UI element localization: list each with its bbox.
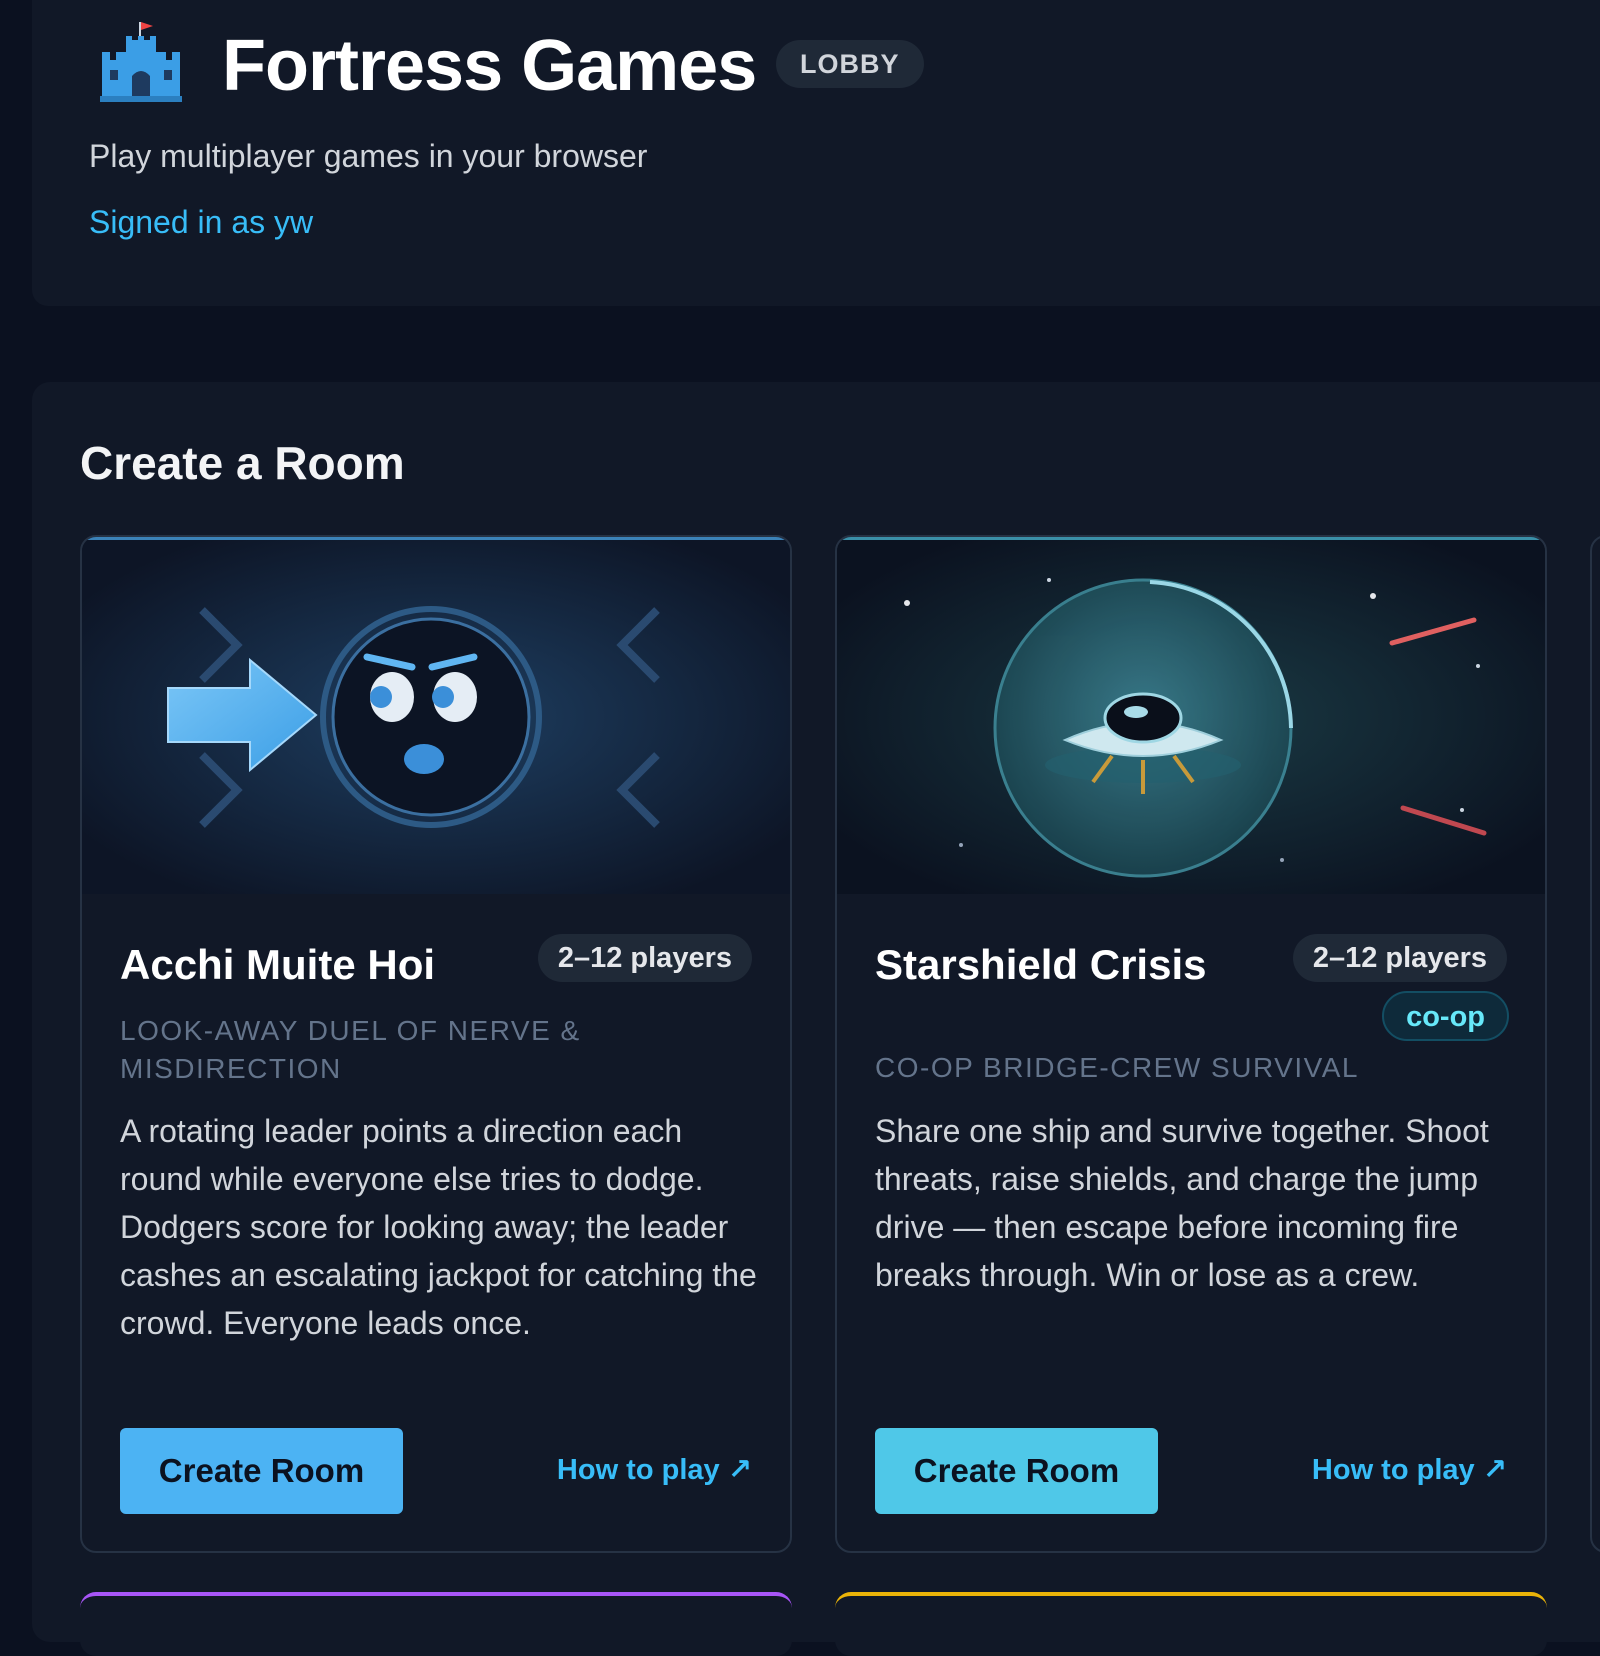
angry-face-arrow-icon: [82, 540, 790, 894]
game-card-bottom-2: [835, 1592, 1547, 1656]
game-card-acchi-muite-hoi: Acchi Muite Hoi 2–12 players LOOK-AWAY D…: [80, 535, 792, 1553]
signed-in-status: Signed in as yw: [89, 204, 314, 240]
site-title: Fortress Games: [222, 26, 757, 106]
section-heading: Create a Room: [80, 437, 405, 489]
game-card-partial: [1590, 535, 1600, 1553]
game-description: Share one ship and survive together. Sho…: [875, 1113, 1489, 1293]
lobby-badge: LOBBY: [776, 40, 924, 88]
game-subtitle: CO-OP BRIDGE-CREW SURVIVAL: [875, 1052, 1359, 1083]
game-card-bottom-1: [80, 1592, 792, 1656]
players-badge: 2–12 players: [537, 934, 752, 982]
game-card-starshield-crisis: Starshield Crisis 2–12 players co-op CO-…: [835, 535, 1547, 1553]
game-title: Starshield Crisis: [875, 941, 1207, 988]
tagline: Play multiplayer games in your browser: [89, 138, 648, 174]
create-room-button[interactable]: Create Room: [875, 1428, 1158, 1514]
players-badge: 2–12 players: [1292, 934, 1507, 982]
game-title: Acchi Muite Hoi: [120, 941, 436, 988]
how-to-play-link[interactable]: How to play ↗: [1312, 1452, 1507, 1487]
how-to-play-link[interactable]: How to play ↗: [557, 1452, 752, 1487]
castle-icon: [96, 18, 188, 104]
game-subtitle: LOOK-AWAY DUEL OF NERVE & MISDIRECTION: [120, 1015, 581, 1084]
create-room-button[interactable]: Create Room: [120, 1428, 403, 1514]
shielded-ufo-icon: [837, 540, 1545, 894]
game-description: A rotating leader points a direction eac…: [120, 1113, 757, 1341]
coop-badge: co-op: [1382, 991, 1509, 1041]
